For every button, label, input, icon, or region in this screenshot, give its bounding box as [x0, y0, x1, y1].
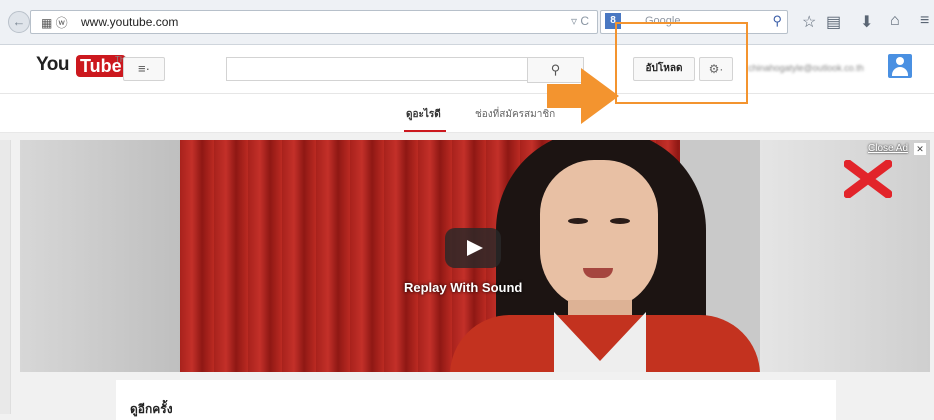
annotation-arrow-icon	[547, 68, 619, 124]
search-icon[interactable]: ⚲	[772, 13, 782, 29]
close-icon[interactable]: ✕	[914, 143, 926, 155]
bookmark-star-icon[interactable]: ☆	[802, 12, 816, 32]
tab-what-to-watch[interactable]: ดูอะไรดี	[406, 107, 441, 122]
replay-with-sound-label[interactable]: Replay With Sound	[404, 280, 522, 295]
page-edge	[0, 140, 11, 414]
youtube-logo-you[interactable]: You	[36, 54, 69, 76]
account-email: chinahogatyle@outlook.co.th	[748, 63, 864, 73]
active-tab-indicator	[404, 130, 446, 132]
video-ad-player[interactable]: Close Ad ✕ Replay With Sound	[20, 140, 930, 372]
downloads-icon[interactable]: ⬇	[860, 12, 873, 32]
annotation-highlight-box	[615, 22, 748, 104]
video-background-wall	[20, 140, 180, 372]
play-icon[interactable]	[445, 228, 501, 268]
home-icon[interactable]: ⌂	[890, 12, 900, 30]
person-eye	[568, 218, 588, 224]
watch-again-section: ดูอีกครั้ง	[116, 380, 836, 420]
site-identity-icon: ▦ ⓦ	[41, 16, 68, 30]
close-ad-link[interactable]: Close Ad	[868, 143, 908, 154]
person-face	[540, 160, 658, 310]
browser-toolbar: ← ▦ ⓦ www.youtube.com ▿ C 8 Google ⚲ ☆ ▤…	[0, 0, 934, 45]
guide-menu-button[interactable]: ≡·	[123, 57, 165, 81]
bookmarks-list-icon[interactable]: ▤	[826, 12, 841, 32]
feed-tabs: ดูอะไรดี ช่องที่สมัครสมาชิก	[0, 94, 934, 133]
airasia-logo	[844, 160, 892, 198]
reload-icon[interactable]: ▿ C	[571, 14, 589, 28]
back-button[interactable]: ←	[8, 11, 30, 33]
menu-icon[interactable]: ≡	[920, 12, 929, 30]
avatar[interactable]	[888, 54, 912, 78]
address-bar[interactable]: ▦ ⓦ www.youtube.com ▿ C	[30, 10, 598, 34]
tab-subscriptions[interactable]: ช่องที่สมัครสมาชิก	[475, 107, 555, 122]
youtube-search-input[interactable]	[226, 57, 528, 81]
section-heading: ดูอีกครั้ง	[130, 402, 173, 416]
youtube-header: You Tube TH ≡· ⚲ อัปโหลด ⚙· chinahogatyl…	[0, 45, 934, 94]
person-eye	[610, 218, 630, 224]
url-text: www.youtube.com	[81, 15, 179, 29]
